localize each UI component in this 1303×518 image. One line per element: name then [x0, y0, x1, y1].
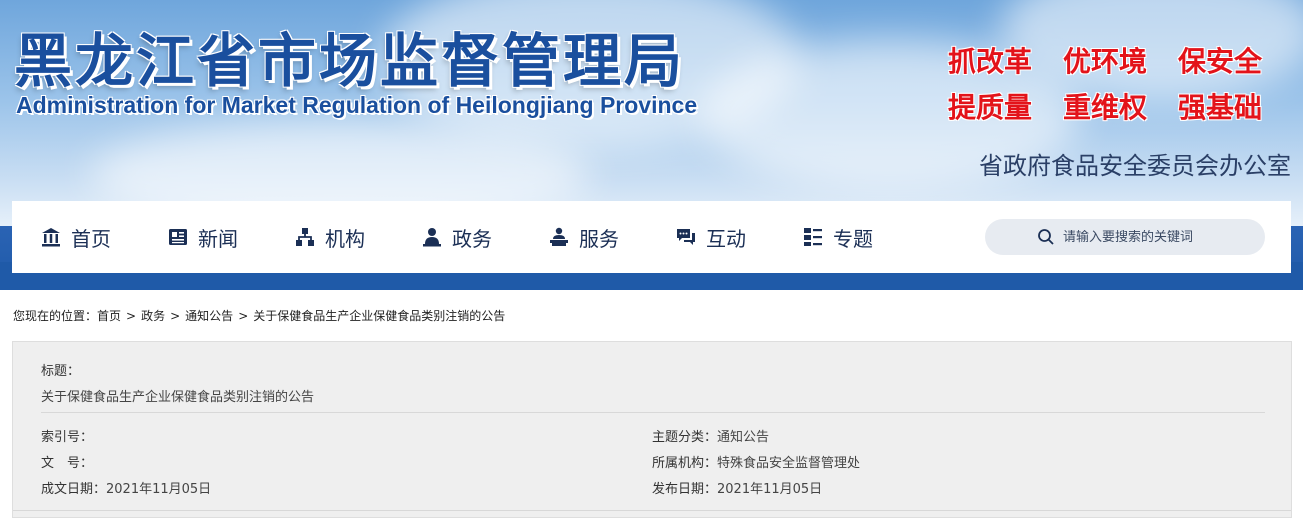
published-date-row: 发布日期：2021年11月05日 — [652, 478, 822, 497]
breadcrumb: 您现在的位置：首页 > 政务 > 通知公告 > 关于保健食品生产企业保健食品类别注销的公告 — [13, 307, 505, 324]
main-nav: 首页 新闻 机构 政务 服务 互动 专题 请输入要搜索的关键词 — [12, 201, 1291, 273]
slogan: 强基础 — [1178, 91, 1263, 124]
topic-value: 通知公告 — [717, 430, 770, 445]
breadcrumb-current: 关于保健食品生产企业保健食品类别注销的公告 — [253, 309, 506, 323]
topics-icon — [802, 226, 824, 248]
site-subtitle: Administration for Market Regulation of … — [16, 92, 698, 118]
created-date-row: 成文日期：2021年11月05日 — [41, 478, 211, 497]
office-name: 省政府食品安全委员会办公室 — [979, 152, 1291, 180]
breadcrumb-separator: > — [238, 309, 249, 323]
search-input[interactable] — [1063, 229, 1213, 245]
nav-item-news[interactable]: 新闻 — [139, 201, 238, 273]
nav-label: 机构 — [325, 226, 365, 251]
doc-number-row: 文 号： — [41, 452, 93, 471]
service-icon — [548, 226, 570, 248]
nav-label: 专题 — [833, 226, 873, 251]
government-affairs-icon — [421, 226, 443, 248]
published-date-value: 2021年11月05日 — [717, 482, 823, 497]
breadcrumb-prefix: 您现在的位置： — [13, 309, 98, 323]
slogan-grid: 抓改革 优环境 保安全 提质量 重维权 强基础 — [948, 40, 1293, 126]
slogan: 重维权 — [1063, 91, 1148, 124]
title-row: 标题： — [41, 360, 80, 379]
created-date-value: 2021年11月05日 — [106, 482, 212, 497]
title-value: 关于保健食品生产企业保健食品类别注销的公告 — [41, 390, 315, 405]
published-date-label: 发布日期： — [652, 482, 718, 497]
nav-label: 政务 — [452, 226, 492, 251]
search-icon[interactable] — [1037, 228, 1055, 246]
nav-item-government-affairs[interactable]: 政务 — [393, 201, 492, 273]
nav-item-interaction[interactable]: 互动 — [647, 201, 746, 273]
slogan: 保安全 — [1178, 45, 1263, 78]
slogan: 优环境 — [1063, 45, 1148, 78]
org-value: 特殊食品安全监督管理处 — [717, 456, 861, 471]
breadcrumb-separator: > — [170, 309, 181, 323]
topic-row: 主题分类：通知公告 — [652, 426, 769, 445]
organization-icon — [294, 226, 316, 248]
home-icon — [40, 226, 62, 248]
search-box[interactable] — [985, 219, 1265, 255]
nav-item-topics[interactable]: 专题 — [774, 201, 873, 273]
interaction-icon — [675, 226, 697, 248]
title-value-row: 关于保健食品生产企业保健食品类别注销的公告 — [41, 386, 314, 405]
breadcrumb-separator: > — [126, 309, 137, 323]
nav-label: 新闻 — [198, 226, 238, 251]
nav-label: 首页 — [71, 226, 111, 251]
document-info-panel: 标题： 关于保健食品生产企业保健食品类别注销的公告 索引号： 文 号： 成文日期… — [12, 341, 1292, 518]
nav-label: 互动 — [706, 226, 746, 251]
nav-item-organization[interactable]: 机构 — [266, 201, 365, 273]
site-title[interactable]: 黑龙江省市场监督管理局 — [14, 14, 685, 98]
doc-number-label: 文 号： — [41, 456, 94, 471]
breadcrumb-item-home[interactable]: 首页 — [97, 309, 121, 323]
breadcrumb-item-notices[interactable]: 通知公告 — [185, 309, 233, 323]
breadcrumb-item-government-affairs[interactable]: 政务 — [141, 309, 165, 323]
org-row: 所属机构：特殊食品安全监督管理处 — [652, 452, 860, 471]
info-divider — [41, 412, 1265, 413]
news-icon — [167, 226, 189, 248]
nav-item-service[interactable]: 服务 — [520, 201, 619, 273]
index-label: 索引号： — [41, 430, 94, 445]
topic-label: 主题分类： — [652, 430, 718, 445]
nav-item-home[interactable]: 首页 — [12, 201, 111, 273]
slogan: 抓改革 — [948, 45, 1033, 78]
org-label: 所属机构： — [652, 456, 718, 471]
nav-label: 服务 — [579, 226, 619, 251]
index-row: 索引号： — [41, 426, 93, 445]
slogan: 提质量 — [948, 91, 1033, 124]
page: 黑龙江省市场监督管理局 Administration for Market Re… — [0, 0, 1303, 518]
created-date-label: 成文日期： — [41, 482, 107, 497]
title-label: 标题： — [41, 364, 81, 379]
info-bottom-divider — [13, 510, 1291, 511]
